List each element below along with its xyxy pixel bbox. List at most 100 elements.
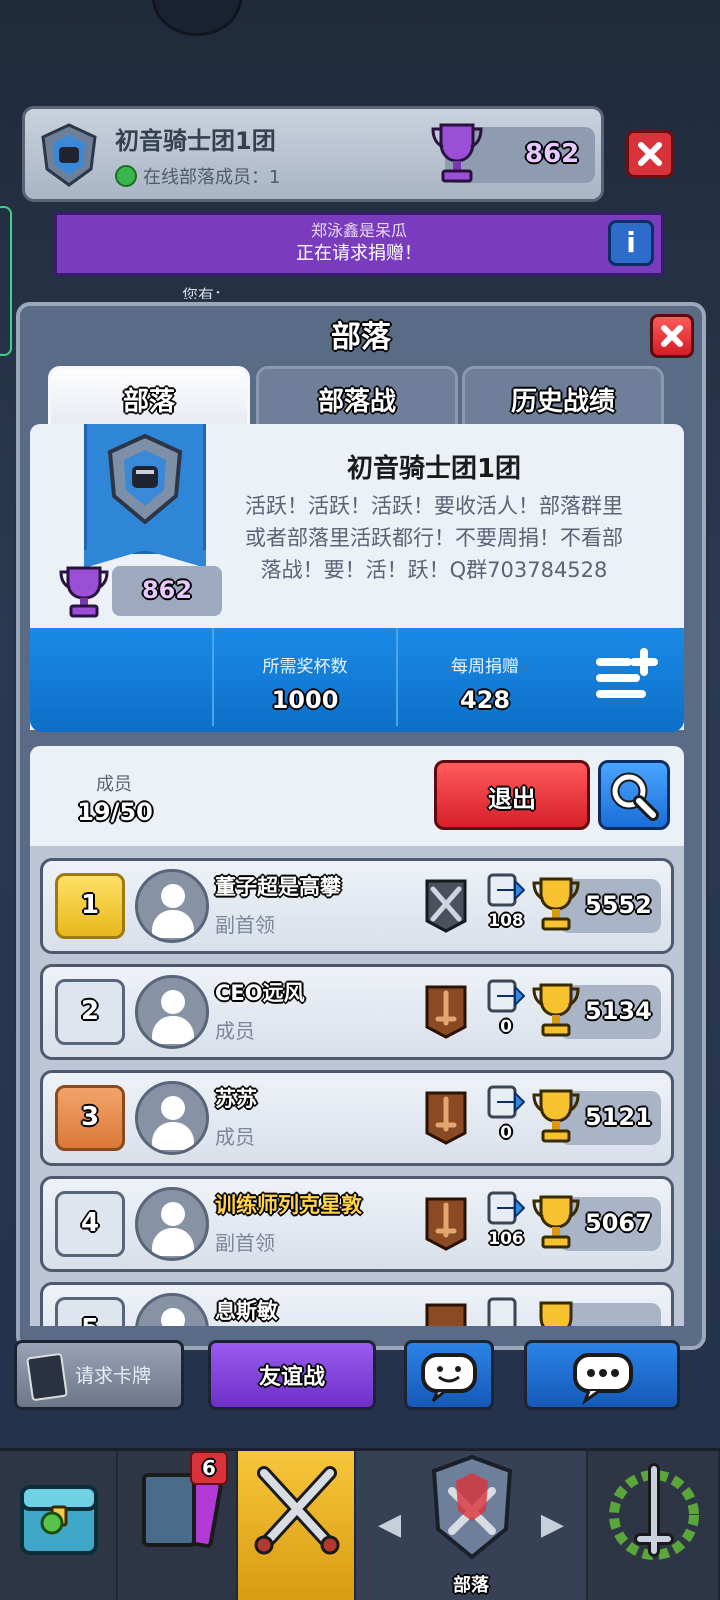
nav-clan-label: 部落 bbox=[453, 1575, 489, 1596]
donation-count: 106 bbox=[488, 1229, 524, 1249]
member-row[interactable]: 1 董子超是高攀 副首领 108 5552 bbox=[40, 858, 674, 954]
clan-stats-bar: 所需奖杯数 1000 每周捐赠 428 bbox=[30, 628, 684, 732]
donation-count: 108 bbox=[488, 911, 524, 931]
tab-label: 部落 bbox=[122, 387, 175, 417]
clan-description: 活跃！活跃！活跃！要收活人！部落群里或者部落里活跃都行！不要周捐！不看部落战！要… bbox=[245, 494, 623, 582]
gold-trophy-icon bbox=[532, 983, 580, 1037]
nav-left-arrow-icon[interactable]: ◀ bbox=[378, 1507, 401, 1542]
friendly-battle-label: 友谊战 bbox=[258, 1365, 325, 1390]
donation-request-text: 正在请求捐赠！ bbox=[296, 243, 422, 264]
weekly-donations-stat: 每周捐赠 428 bbox=[396, 628, 572, 726]
member-name: 董子超是高攀 bbox=[215, 875, 341, 899]
weekly-donations-label: 每周捐赠 bbox=[451, 657, 519, 677]
leave-label: 退出 bbox=[488, 785, 536, 813]
member-trophies: 5067 bbox=[585, 1209, 652, 1237]
rank-badge: 1 bbox=[55, 873, 125, 939]
clan-badge-icon bbox=[41, 123, 97, 187]
tab-label: 部落战 bbox=[317, 387, 396, 417]
nav-events[interactable] bbox=[588, 1451, 720, 1600]
chest-icon bbox=[20, 1485, 98, 1555]
modal-title: 部落 bbox=[331, 320, 391, 355]
clan-header-bar[interactable]: 初音骑士团1团 在线部落成员：1 862 bbox=[22, 106, 604, 202]
donation-request-message: 郑泳鑫是呆瓜 正在请求捐赠！ bbox=[54, 212, 664, 276]
gold-trophy-icon bbox=[532, 877, 580, 931]
member-trophies: 5552 bbox=[585, 891, 652, 919]
leave-clan-button[interactable]: 退出 bbox=[434, 760, 590, 830]
member-role: 成员 bbox=[215, 1125, 255, 1149]
members-count: 19/50 bbox=[77, 798, 153, 826]
member-trophies: 5121 bbox=[585, 1103, 652, 1131]
cards-notification-badge: 6 bbox=[190, 1451, 228, 1485]
donation-request-sender: 郑泳鑫是呆瓜 bbox=[310, 221, 407, 240]
tab-history[interactable]: 历史战绩 bbox=[462, 366, 664, 430]
required-trophies-value: 1000 bbox=[271, 686, 339, 714]
member-trophies: 5134 bbox=[585, 997, 652, 1025]
avatar bbox=[135, 975, 209, 1049]
modal-close-button[interactable] bbox=[650, 314, 694, 358]
avatar bbox=[135, 869, 209, 943]
nav-right-arrow-icon[interactable]: ▶ bbox=[541, 1507, 564, 1542]
avatar bbox=[135, 1187, 209, 1261]
search-icon bbox=[610, 772, 659, 821]
member-row[interactable]: 2 CEO远风 成员 0 5134 bbox=[40, 964, 674, 1060]
member-name: CEO远风 bbox=[215, 981, 305, 1005]
donate-arrow-icon bbox=[487, 1297, 517, 1326]
avatar bbox=[135, 1293, 209, 1326]
clan-modal: 部落 部落 部落战 历史战绩 862 初音骑士团1团 活跃！活跃！活跃！要收活人… bbox=[16, 302, 706, 1350]
members-header: 成员 19/50 退出 bbox=[30, 746, 684, 846]
search-button[interactable] bbox=[598, 760, 670, 830]
laurel-sword-icon bbox=[609, 1463, 699, 1560]
clan-header-trophies: 862 bbox=[525, 139, 580, 169]
purple-trophy-icon bbox=[431, 123, 483, 183]
clan-badge-icon bbox=[107, 434, 183, 524]
crossed-swords-icon bbox=[254, 1466, 340, 1555]
smiley-chat-icon bbox=[421, 1353, 477, 1403]
gold-trophy-icon bbox=[532, 1195, 580, 1249]
gold-trophy-icon bbox=[539, 1301, 573, 1326]
donation-count: 0 bbox=[500, 1123, 512, 1143]
member-list[interactable]: 1 董子超是高攀 副首领 108 5552 2 CEO远风 成员 0 5134 … bbox=[30, 846, 684, 1326]
tab-clan[interactable]: 部落 bbox=[48, 366, 250, 430]
nav-cards[interactable]: 6 bbox=[118, 1451, 238, 1600]
sword-league-icon bbox=[425, 985, 467, 1039]
sword-league-icon bbox=[425, 1303, 467, 1326]
side-edge-decoration bbox=[0, 206, 12, 356]
clan-trophies: 862 bbox=[141, 576, 193, 604]
donate-arrow-icon bbox=[487, 1085, 525, 1119]
member-row[interactable]: 5 息斯敏 bbox=[40, 1282, 674, 1326]
chat-button[interactable] bbox=[524, 1340, 680, 1410]
emote-button[interactable] bbox=[404, 1340, 494, 1410]
clan-trophy-box: 862 bbox=[112, 566, 222, 616]
top-avatar bbox=[152, 0, 242, 36]
nav-shop[interactable] bbox=[0, 1451, 118, 1600]
member-name: 训练师列克星敦 bbox=[215, 1193, 362, 1217]
member-role: 副首领 bbox=[215, 913, 275, 937]
member-name: 苏苏 bbox=[215, 1087, 257, 1111]
sword-league-icon bbox=[425, 1091, 467, 1145]
required-trophies-label: 所需奖杯数 bbox=[262, 657, 348, 677]
request-cards-label: 请求卡牌 bbox=[75, 1365, 152, 1387]
list-add-icon[interactable] bbox=[592, 648, 662, 708]
chat-bubble-icon bbox=[573, 1353, 633, 1406]
donation-count: 0 bbox=[500, 1017, 512, 1037]
rank-badge: 5 bbox=[55, 1297, 125, 1326]
member-row[interactable]: 4 训练师列克星敦 副首领 106 5067 bbox=[40, 1176, 674, 1272]
info-button[interactable]: i bbox=[608, 220, 654, 266]
rank-badge: 4 bbox=[55, 1191, 125, 1257]
donate-arrow-icon bbox=[487, 979, 525, 1013]
member-role: 副首领 bbox=[215, 1231, 275, 1255]
nav-clan[interactable]: ◀ ▶ 部落 bbox=[356, 1451, 588, 1600]
clan-name: 初音骑士团1团 bbox=[346, 454, 522, 484]
purple-trophy-icon bbox=[59, 566, 109, 618]
bottom-nav: 6 ◀ ▶ 部落 bbox=[0, 1448, 720, 1600]
nav-battle[interactable] bbox=[238, 1451, 356, 1600]
sword-league-icon bbox=[425, 1197, 467, 1251]
friendly-battle-button[interactable]: 友谊战 bbox=[208, 1340, 376, 1410]
member-row[interactable]: 3 苏苏 成员 0 5121 bbox=[40, 1070, 674, 1166]
tab-label: 历史战绩 bbox=[510, 387, 615, 417]
card-icon bbox=[26, 1352, 68, 1402]
header-close-button[interactable] bbox=[626, 130, 674, 178]
online-status-icon bbox=[115, 165, 137, 187]
request-cards-button[interactable]: 请求卡牌 bbox=[14, 1340, 184, 1410]
tab-clan-war[interactable]: 部落战 bbox=[256, 366, 458, 430]
